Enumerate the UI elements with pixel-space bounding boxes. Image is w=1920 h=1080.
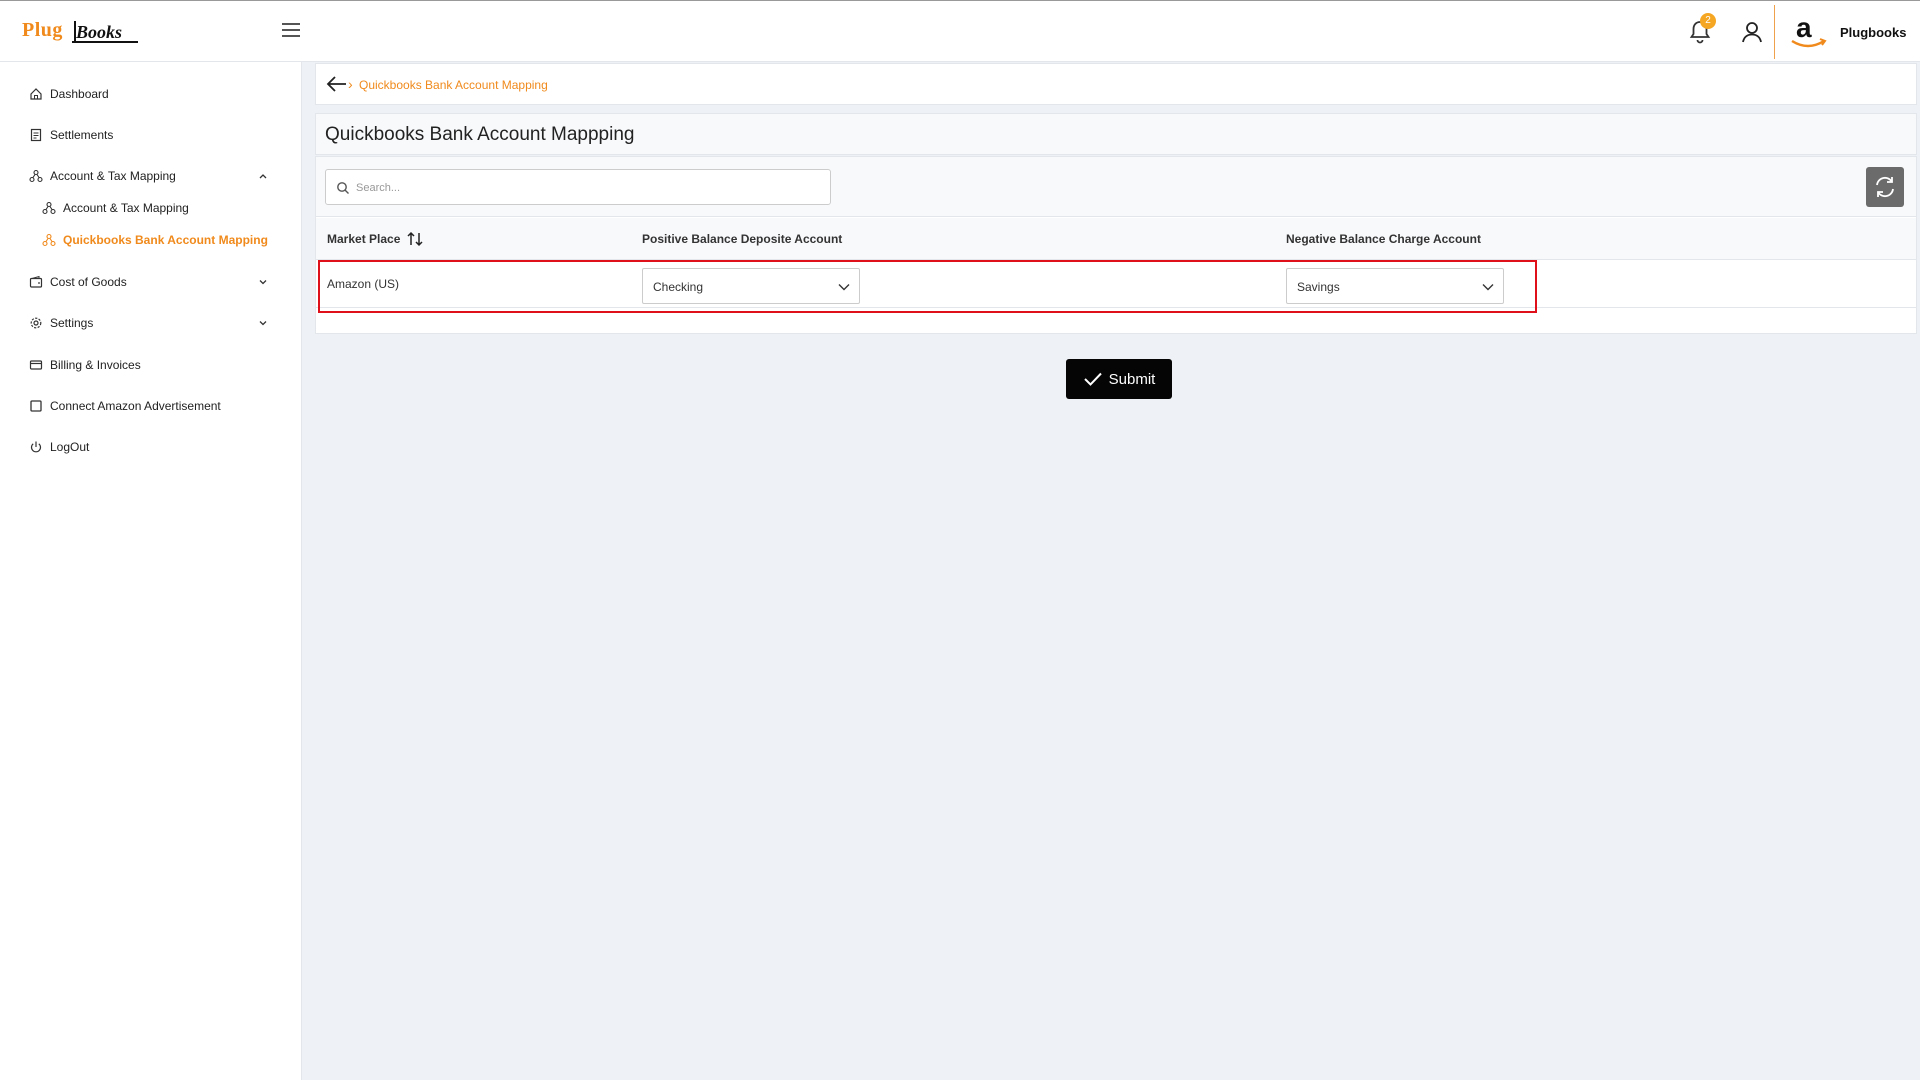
chevron-down-icon[interactable] xyxy=(258,318,268,328)
positive-account-value: Checking xyxy=(653,280,704,294)
sidebar-item-account-tax-mapping[interactable]: Account & Tax Mapping xyxy=(29,166,176,186)
sidebar-item-cost-of-goods[interactable]: Cost of Goods xyxy=(29,272,127,292)
top-bar: Plug Books 2 a Plugbooks xyxy=(0,0,1920,62)
arrow-left-icon[interactable] xyxy=(326,75,348,93)
submit-label: Submit xyxy=(1108,370,1156,388)
refresh-button[interactable] xyxy=(1866,167,1904,207)
page-title: Quickbooks Bank Account Mappping xyxy=(325,124,635,145)
receipt-icon xyxy=(30,128,42,142)
table-toolbar xyxy=(316,157,1916,217)
sidebar-item-label: Connect Amazon Advertisement xyxy=(50,399,221,413)
square-icon xyxy=(30,400,42,412)
search-box xyxy=(325,169,831,205)
column-header-positive-balance: Positive Balance Deposite Account xyxy=(642,232,843,246)
sidebar-item-label: Settlements xyxy=(50,128,114,142)
page-header: Quickbooks Bank Account Mappping xyxy=(315,113,1917,155)
mapping-table-card: Market Place Positive Balance Deposite A… xyxy=(315,156,1917,334)
sidebar-item-settings[interactable]: Settings xyxy=(29,313,93,333)
power-icon xyxy=(30,441,42,453)
sidebar-item-billing-invoices[interactable]: Billing & Invoices xyxy=(29,355,141,375)
negative-account-select[interactable]: Savings xyxy=(1286,268,1504,304)
notification-badge: 2 xyxy=(1700,13,1716,29)
sidebar-item-label: Account & Tax Mapping xyxy=(63,201,189,215)
column-header-negative-balance: Negative Balance Charge Account xyxy=(1286,232,1481,246)
search-input[interactable] xyxy=(356,176,816,200)
chevron-down-icon[interactable] xyxy=(258,277,268,287)
sidebar-item-label: Billing & Invoices xyxy=(50,358,141,372)
sidebar: Dashboard Settlements Account & Tax Mapp… xyxy=(0,62,302,1080)
card-icon xyxy=(29,360,43,370)
sidebar-item-logout[interactable]: LogOut xyxy=(29,437,89,457)
sidebar-item-label: Quickbooks Bank Account Mapping xyxy=(63,233,268,247)
sidebar-item-label: Account & Tax Mapping xyxy=(50,169,176,183)
sidebar-item-settlements[interactable]: Settlements xyxy=(29,125,113,145)
gear-icon xyxy=(30,317,42,329)
search-icon xyxy=(337,182,349,194)
logo-underline xyxy=(72,41,138,43)
breadcrumb-current[interactable]: Quickbooks Bank Account Mapping xyxy=(359,78,548,92)
sitemap-icon xyxy=(42,233,56,247)
chevron-right-icon: › xyxy=(348,76,353,92)
sidebar-item-dashboard[interactable]: Dashboard xyxy=(29,84,109,104)
wallet-icon xyxy=(29,275,43,288)
sitemap-icon xyxy=(29,169,43,183)
chevron-down-icon xyxy=(838,284,850,291)
sidebar-item-connect-amazon-ads[interactable]: Connect Amazon Advertisement xyxy=(29,396,221,416)
table-header: Market Place Positive Balance Deposite A… xyxy=(316,218,1916,260)
check-icon xyxy=(1083,372,1102,386)
sidebar-item-label: Cost of Goods xyxy=(50,275,127,289)
svg-text:a: a xyxy=(1796,13,1812,43)
logo-text-plug: Plug xyxy=(22,19,63,41)
refresh-icon xyxy=(1876,176,1894,198)
sidebar-item-label: Dashboard xyxy=(50,87,109,101)
column-header-marketplace[interactable]: Market Place xyxy=(327,232,400,246)
negative-account-value: Savings xyxy=(1297,280,1340,294)
positive-account-select[interactable]: Checking xyxy=(642,268,860,304)
sidebar-subitem-account-tax-mapping[interactable]: Account & Tax Mapping xyxy=(42,198,189,218)
chevron-up-icon[interactable] xyxy=(258,171,268,181)
menu-toggle-icon[interactable] xyxy=(282,23,302,39)
header-divider xyxy=(1774,5,1775,59)
sitemap-icon xyxy=(42,201,56,215)
table-row: Amazon (US) Checking Savings xyxy=(316,260,1916,308)
logo-text-books: Books xyxy=(76,22,123,42)
plugbooks-logo[interactable]: Plug Books xyxy=(22,19,138,45)
account-name[interactable]: Plugbooks xyxy=(1840,25,1906,40)
user-icon[interactable] xyxy=(1740,19,1764,45)
home-icon xyxy=(30,88,42,100)
amazon-logo-icon: a xyxy=(1791,13,1827,48)
sort-icon[interactable] xyxy=(406,230,424,248)
sidebar-item-label: LogOut xyxy=(50,440,90,454)
chevron-down-icon xyxy=(1482,284,1494,291)
submit-button[interactable]: Submit xyxy=(1066,359,1172,399)
sidebar-item-label: Settings xyxy=(50,316,94,330)
breadcrumb: › Quickbooks Bank Account Mapping xyxy=(315,63,1917,105)
marketplace-cell: Amazon (US) xyxy=(327,277,400,291)
sidebar-subitem-quickbooks-bank-mapping[interactable]: Quickbooks Bank Account Mapping xyxy=(42,230,268,250)
